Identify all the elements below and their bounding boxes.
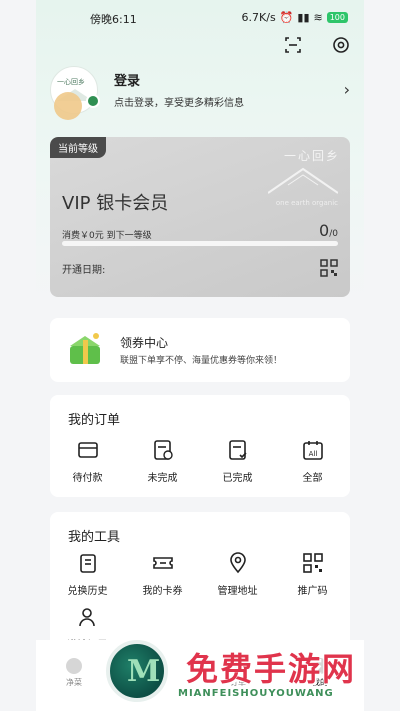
open-date-label: 开通日期:: [62, 265, 106, 276]
tool-exchange-history[interactable]: 兑换历史: [50, 552, 125, 597]
progress-count: 0/0: [319, 221, 338, 240]
qrcode-icon: [302, 553, 323, 573]
vegetables-icon: [66, 658, 82, 674]
order-all[interactable]: All 全部: [275, 439, 350, 484]
settings-icon[interactable]: [332, 36, 350, 54]
svg-text:All: All: [308, 450, 317, 458]
card-logo-en: one earth organic: [275, 199, 338, 207]
watermark-logo: M: [106, 640, 168, 702]
order-incomplete[interactable]: 未完成: [125, 439, 200, 484]
chevron-right-icon[interactable]: ›: [344, 80, 350, 99]
watermark-title: 免费手游网: [186, 650, 357, 688]
gift-box-icon: [70, 333, 100, 364]
history-icon: [79, 554, 96, 573]
watermark: M 免费手游网 MIANFEISHOUYOUWANG: [100, 630, 400, 711]
order-completed[interactable]: 已完成: [200, 439, 275, 484]
login-row[interactable]: 一心回乡 登录 点击登录，享受更多精彩信息 ›: [50, 66, 350, 120]
login-subtitle: 点击登录，享受更多精彩信息: [114, 98, 244, 109]
avatar-brand: 一心回乡: [57, 78, 85, 86]
network-speed: 6.7K/s: [241, 11, 276, 24]
location-icon: [229, 552, 246, 574]
tool-promo-code[interactable]: 推广码: [275, 552, 350, 597]
order-pending-payment[interactable]: 待付款: [50, 439, 125, 484]
wallet-icon: [77, 442, 98, 458]
coupon-subtitle: 联盟下单享不停、海量优惠券等你来领！: [120, 356, 283, 366]
tool-manage-address[interactable]: 管理地址: [200, 552, 275, 597]
card-mountain-icon: [268, 167, 338, 194]
completed-order-icon: [228, 440, 247, 460]
accessibility-icon[interactable]: [54, 92, 82, 120]
ticket-icon: [152, 557, 173, 569]
coupon-title: 领券中心: [120, 336, 169, 350]
pending-order-icon: [153, 440, 173, 460]
profile-page: 傍晚6:11 6.7K/s ⏰ ▮▮ ≋ 100 一心回乡 登录 点击登录，享受…: [36, 0, 364, 711]
status-bar: 傍晚6:11 6.7K/s ⏰ ▮▮ ≋ 100: [36, 9, 364, 27]
alarm-icon: ⏰: [279, 11, 294, 24]
qrcode-icon[interactable]: [320, 259, 338, 277]
watermark-subtitle: MIANFEISHOUYOUWANG: [178, 688, 334, 699]
my-orders-card: 我的订单 待付款 未完成 已完成 All 全部: [50, 395, 350, 497]
signal-icon: ▮▮: [297, 11, 310, 24]
spend-text: 消费￥0元 到下一等级: [62, 231, 152, 241]
orders-title: 我的订单: [68, 413, 121, 428]
tool-my-coupons[interactable]: 我的卡券: [125, 552, 200, 597]
tools-title: 我的工具: [68, 530, 121, 545]
login-title: 登录: [114, 74, 141, 89]
nav-item-vegetables[interactable]: 净菜: [66, 658, 82, 688]
status-time: 傍晚6:11: [90, 13, 137, 26]
card-logo-text: 一心回乡: [283, 149, 340, 163]
invite-icon: [78, 608, 95, 627]
wifi-icon: ≋: [313, 11, 323, 24]
all-orders-icon: All: [302, 441, 323, 460]
vip-title: VIP 银卡会员: [62, 193, 169, 214]
vip-card[interactable]: 当前等级 一心回乡 one earth organic VIP 银卡会员 消费￥…: [50, 137, 350, 297]
level-badge: 当前等级: [50, 137, 106, 158]
home-badge-icon: [86, 94, 100, 108]
battery-icon: 100: [326, 12, 348, 23]
scan-icon[interactable]: [284, 36, 302, 54]
coupon-center-card[interactable]: 领券中心 联盟下单享不停、海量优惠券等你来领！: [50, 318, 350, 382]
progress-bar: [62, 241, 338, 246]
